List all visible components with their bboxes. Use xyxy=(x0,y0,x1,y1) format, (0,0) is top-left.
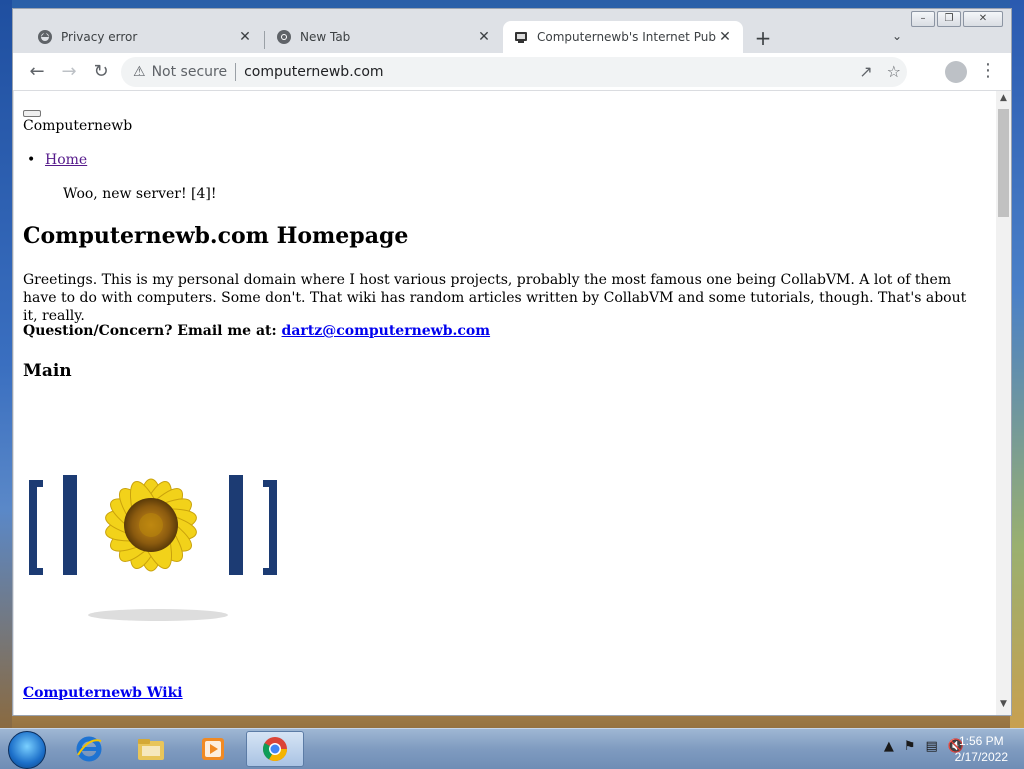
warning-triangle-icon[interactable]: ⚠ xyxy=(133,64,146,80)
new-tab-button[interactable]: + xyxy=(751,27,775,51)
close-tab-icon[interactable]: ✕ xyxy=(237,29,253,45)
system-tray: ▲ ⚑ ▤ 🔇 xyxy=(884,739,964,754)
vertical-scrollbar[interactable]: ▲ ▼ xyxy=(996,91,1011,715)
browser-toolbar: ← → ↻ ⚠ Not secure computernewb.com ↗ ☆ … xyxy=(13,53,1011,91)
tab-title: Computernewb's Internet Pub Hub xyxy=(537,30,717,44)
nav-item-home: Home xyxy=(27,152,87,168)
scrollbar-thumb[interactable] xyxy=(998,109,1009,217)
close-tab-icon[interactable]: ✕ xyxy=(476,29,492,45)
nav-toggle-button[interactable] xyxy=(23,110,41,117)
clock-date: 2/17/2022 xyxy=(954,750,1008,764)
forward-arrow-icon[interactable]: → xyxy=(57,60,81,84)
page-viewport: Computernewb Home Woo, new server! [4]! … xyxy=(14,91,996,715)
media-player-taskbar-icon[interactable] xyxy=(184,731,242,767)
kebab-menu-icon[interactable]: ⋮ xyxy=(979,60,997,81)
taskbar-clock[interactable]: 1:56 PM 2/17/2022 xyxy=(955,733,1008,765)
chrome-icon xyxy=(276,29,292,45)
address-bar[interactable]: ⚠ Not secure computernewb.com ↗ ☆ xyxy=(121,57,907,87)
url-text[interactable]: computernewb.com xyxy=(244,64,383,80)
home-link[interactable]: Home xyxy=(45,152,87,168)
tab-privacy-error[interactable]: Privacy error ✕ xyxy=(27,21,263,53)
scroll-up-arrow-icon[interactable]: ▲ xyxy=(996,93,1011,107)
omnibox-actions: ↗ ☆ xyxy=(859,62,901,81)
tab-title: New Tab xyxy=(300,30,351,44)
profile-avatar-icon[interactable] xyxy=(945,61,967,83)
reload-icon[interactable]: ↻ xyxy=(89,60,113,84)
tab-strip: Privacy error ✕ New Tab ✕ Computernewb's… xyxy=(13,17,1011,53)
desktop-wallpaper-left xyxy=(0,0,12,728)
section-heading-main: Main xyxy=(23,361,72,381)
tab-computernewb[interactable]: Computernewb's Internet Pub Hub ✕ xyxy=(503,21,743,53)
action-center-flag-icon[interactable]: ⚑ xyxy=(904,739,916,754)
tab-search-chevron-icon[interactable]: ⌄ xyxy=(887,29,907,49)
contact-line: Question/Concern? Email me at: dartz@com… xyxy=(23,323,490,339)
site-nav: Home xyxy=(27,152,87,168)
show-hidden-icons-icon[interactable]: ▲ xyxy=(884,739,894,754)
chrome-window: – ❐ ✕ Privacy error ✕ New Tab ✕ Computer… xyxy=(12,8,1012,716)
wiki-link[interactable]: Computernewb Wiki xyxy=(23,685,183,701)
tab-new-tab[interactable]: New Tab ✕ xyxy=(266,21,502,53)
news-line: Woo, new server! [4]! xyxy=(63,186,217,202)
contact-prefix: Question/Concern? Email me at: xyxy=(23,323,277,339)
page-title: Computernewb.com Homepage xyxy=(23,223,409,249)
scroll-down-arrow-icon[interactable]: ▼ xyxy=(996,699,1011,713)
sunflower-logo-image xyxy=(23,425,283,625)
email-link[interactable]: dartz@computernewb.com xyxy=(282,323,491,339)
share-icon[interactable]: ↗ xyxy=(859,62,872,81)
omnibox-divider xyxy=(235,63,237,81)
windows-taskbar: ▲ ⚑ ▤ 🔇 1:56 PM 2/17/2022 xyxy=(0,728,1024,769)
site-favicon xyxy=(513,29,529,45)
network-icon[interactable]: ▤ xyxy=(926,739,938,754)
tab-separator xyxy=(264,31,265,49)
greeting-paragraph: Greetings. This is my personal domain wh… xyxy=(23,272,967,324)
desktop-wallpaper-right xyxy=(1010,0,1024,728)
bookmark-star-icon[interactable]: ☆ xyxy=(887,62,901,81)
clock-time: 1:56 PM xyxy=(958,734,1004,748)
back-arrow-icon[interactable]: ← xyxy=(25,60,49,84)
tab-title: Privacy error xyxy=(61,30,138,44)
close-tab-icon[interactable]: ✕ xyxy=(717,29,733,45)
site-brand: Computernewb xyxy=(23,118,133,134)
internet-explorer-taskbar-icon[interactable] xyxy=(60,731,118,767)
start-button[interactable] xyxy=(8,731,46,769)
warning-globe-icon xyxy=(37,29,53,45)
chrome-taskbar-icon[interactable] xyxy=(246,731,304,767)
security-status[interactable]: Not secure xyxy=(152,64,228,80)
file-explorer-taskbar-icon[interactable] xyxy=(122,731,180,767)
